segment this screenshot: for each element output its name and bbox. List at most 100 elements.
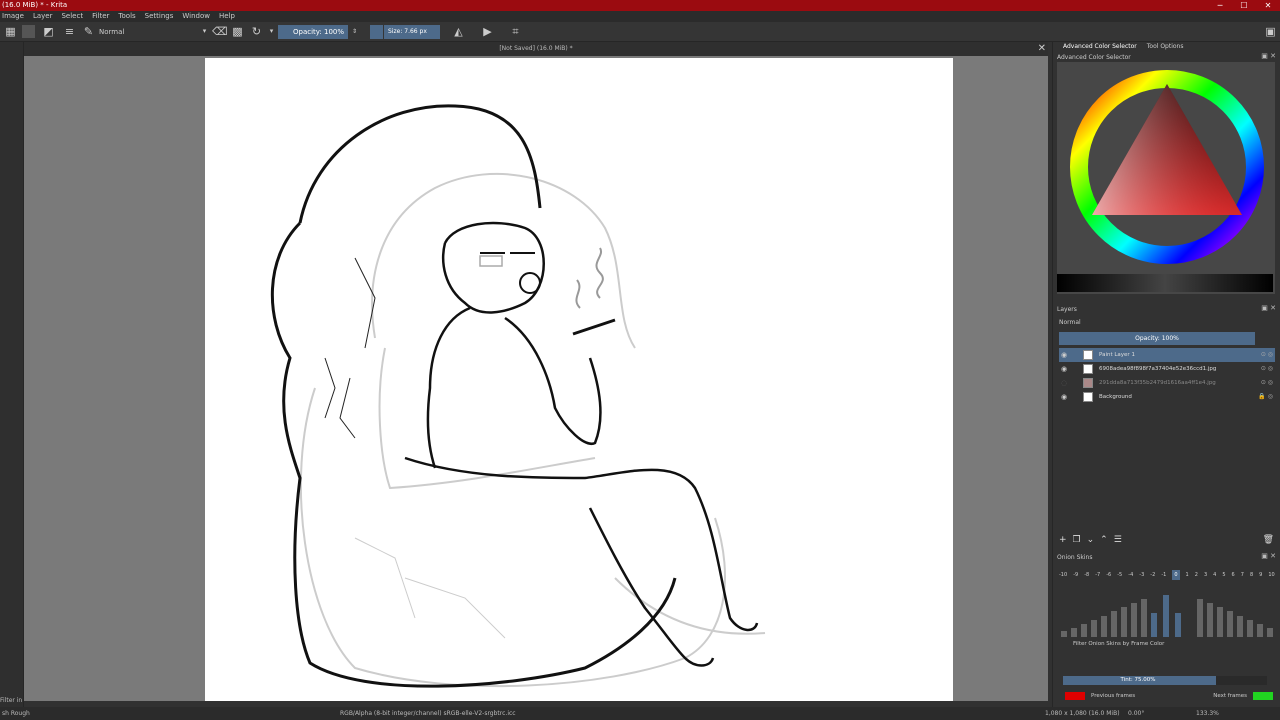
menu-filter[interactable]: Filter bbox=[92, 11, 109, 22]
layers-float-close-icon[interactable]: ▣ ✕ bbox=[1261, 304, 1276, 312]
chevron-down-icon[interactable]: ▾ bbox=[265, 25, 278, 38]
onion-frame[interactable]: 3 bbox=[1204, 570, 1207, 580]
alpha-lock-icon[interactable]: ▩ bbox=[231, 25, 244, 38]
grid-icon[interactable]: ▦ bbox=[4, 25, 17, 38]
rotation-info[interactable]: 0.00° bbox=[1128, 707, 1144, 720]
menu-image[interactable]: Image bbox=[2, 11, 24, 22]
onion-frame[interactable]: -4 bbox=[1128, 570, 1133, 580]
mirror-horizontal-icon[interactable]: ◭ bbox=[452, 25, 465, 38]
menu-bar: Image Layer Select Filter Tools Settings… bbox=[0, 11, 1280, 22]
spin-arrows-icon[interactable]: ⇕ bbox=[348, 25, 361, 38]
eye-icon[interactable]: ◉ bbox=[1061, 390, 1067, 404]
dock-tabs: Advanced Color Selector Tool Options bbox=[1053, 42, 1280, 52]
onion-frame[interactable]: -9 bbox=[1073, 570, 1078, 580]
onion-opacity-bars[interactable] bbox=[1059, 587, 1275, 637]
lock-icon[interactable]: 🔒 ◎ bbox=[1258, 390, 1273, 404]
layer-row[interactable]: ◉ 6908adea98f898f7a37404e52e36ccd1.jpg ⊙… bbox=[1059, 362, 1275, 376]
menu-settings[interactable]: Settings bbox=[145, 11, 174, 22]
onion-frame[interactable]: 6 bbox=[1232, 570, 1235, 580]
minimize-button[interactable]: ─ bbox=[1208, 0, 1232, 11]
onion-frame[interactable]: 7 bbox=[1241, 570, 1244, 580]
tab-tool-options[interactable]: Tool Options bbox=[1147, 42, 1184, 52]
brush-preset-icon[interactable]: ✎ bbox=[82, 25, 95, 38]
layer-blend-mode-select[interactable]: Normal bbox=[1059, 318, 1259, 328]
layer-flags-icon[interactable]: ⊙ ◎ bbox=[1261, 376, 1273, 390]
crop-icon[interactable]: ⌗ bbox=[509, 25, 522, 38]
onion-frame[interactable]: -2 bbox=[1150, 570, 1155, 580]
move-down-icon[interactable]: ⌄ bbox=[1087, 535, 1095, 549]
onion-frame[interactable]: 4 bbox=[1213, 570, 1216, 580]
shade-selector[interactable] bbox=[1057, 274, 1273, 292]
mirror-vertical-icon[interactable]: ▶ bbox=[481, 25, 494, 38]
previous-frames-color-swatch[interactable] bbox=[1065, 692, 1085, 700]
canvas[interactable] bbox=[205, 58, 953, 701]
tab-advanced-color-selector[interactable]: Advanced Color Selector bbox=[1063, 42, 1137, 52]
document-tab[interactable]: [Not Saved] (16.0 MiB) * ✕ bbox=[24, 42, 1048, 56]
add-layer-icon[interactable]: + bbox=[1059, 535, 1067, 549]
onion-frame[interactable]: 10 bbox=[1268, 570, 1274, 580]
layer-name: Background bbox=[1099, 394, 1132, 400]
duplicate-layer-icon[interactable]: ❐ bbox=[1073, 535, 1081, 549]
next-frames-color-swatch[interactable] bbox=[1253, 692, 1273, 700]
onion-float-close-icon[interactable]: ▣ ✕ bbox=[1261, 552, 1276, 560]
menu-select[interactable]: Select bbox=[61, 11, 83, 22]
onion-frame-current[interactable]: 0 bbox=[1172, 570, 1180, 580]
color-space-info: RGB/Alpha (8-bit integer/channel) sRGB-e… bbox=[340, 710, 516, 717]
onion-frame[interactable]: -5 bbox=[1117, 570, 1122, 580]
status-bar: sh Rough RGB/Alpha (8-bit integer/channe… bbox=[0, 707, 1280, 720]
size-slider[interactable]: Size: 7.66 px bbox=[384, 25, 440, 39]
delete-layer-icon[interactable]: 🗑 bbox=[1263, 535, 1274, 545]
eye-hidden-icon[interactable]: ◌ bbox=[1061, 376, 1067, 390]
onion-frame[interactable]: 9 bbox=[1259, 570, 1262, 580]
color-selector-title: Advanced Color Selector bbox=[1057, 54, 1131, 61]
color-selector[interactable] bbox=[1057, 62, 1275, 294]
onion-frame[interactable]: -7 bbox=[1095, 570, 1100, 580]
onion-skins-title: Onion Skins bbox=[1057, 554, 1093, 561]
next-frames-label: Next frames bbox=[1213, 693, 1247, 699]
close-document-icon[interactable]: ✕ bbox=[1038, 42, 1046, 56]
fg-bg-color-icon[interactable]: ◩ bbox=[42, 25, 55, 38]
layer-row[interactable]: ◌ 291dda8a713f35b2479d1616aa4ff1e4.jpg ⊙… bbox=[1059, 376, 1275, 390]
eye-icon[interactable]: ◉ bbox=[1061, 348, 1067, 362]
onion-filter-label[interactable]: Filter Onion Skins by Frame Color bbox=[1073, 641, 1164, 647]
layer-name: 6908adea98f898f7a37404e52e36ccd1.jpg bbox=[1099, 366, 1217, 372]
right-dock: Advanced Color Selector Tool Options Adv… bbox=[1052, 42, 1280, 707]
brush-name[interactable]: sh Rough bbox=[2, 707, 30, 720]
layer-row[interactable]: ◉ Paint Layer 1 ⊙ ◎ bbox=[1059, 348, 1275, 362]
layer-row[interactable]: ◉ Background 🔒 ◎ bbox=[1059, 390, 1275, 404]
color-wheel[interactable] bbox=[1057, 62, 1275, 294]
panel-float-close-icon[interactable]: ▣ ✕ bbox=[1261, 52, 1276, 60]
reload-preset-icon[interactable]: ↻ bbox=[250, 25, 263, 38]
chevron-down-icon[interactable]: ▾ bbox=[198, 25, 211, 38]
tint-slider[interactable]: Tint: 75.00% bbox=[1063, 676, 1267, 685]
canvas-viewport[interactable] bbox=[24, 56, 1048, 701]
onion-frame[interactable]: 8 bbox=[1250, 570, 1253, 580]
brush-presets-icon[interactable]: ≡ bbox=[63, 25, 76, 38]
onion-frame[interactable]: -6 bbox=[1106, 570, 1111, 580]
opacity-slider[interactable]: Opacity: 100% bbox=[278, 25, 348, 39]
zoom-info[interactable]: 133.3% bbox=[1196, 707, 1219, 720]
onion-frame[interactable]: -8 bbox=[1084, 570, 1089, 580]
menu-window[interactable]: Window bbox=[182, 11, 210, 22]
eye-icon[interactable]: ◉ bbox=[1061, 362, 1067, 376]
eraser-icon[interactable]: ⌫ bbox=[212, 25, 228, 38]
maximize-button[interactable]: ☐ bbox=[1232, 0, 1256, 11]
close-window-button[interactable]: ✕ bbox=[1256, 0, 1280, 11]
onion-frame[interactable]: -3 bbox=[1139, 570, 1144, 580]
layer-opacity-slider[interactable]: Opacity: 100% bbox=[1059, 332, 1255, 345]
blend-mode-select[interactable]: Normal bbox=[99, 25, 124, 39]
menu-help[interactable]: Help bbox=[219, 11, 235, 22]
onion-frame[interactable]: 5 bbox=[1222, 570, 1225, 580]
onion-frame[interactable]: 2 bbox=[1195, 570, 1198, 580]
workspace-icon[interactable]: ▣ bbox=[1264, 25, 1277, 38]
move-up-icon[interactable]: ⌃ bbox=[1100, 535, 1108, 549]
menu-layer[interactable]: Layer bbox=[33, 11, 53, 22]
onion-frame[interactable]: -10 bbox=[1059, 570, 1067, 580]
onion-frame[interactable]: -1 bbox=[1161, 570, 1166, 580]
layer-properties-icon[interactable]: ☰ bbox=[1114, 535, 1122, 549]
layer-flags-icon[interactable]: ⊙ ◎ bbox=[1261, 348, 1273, 362]
layer-flags-icon[interactable]: ⊙ ◎ bbox=[1261, 362, 1273, 376]
onion-frame[interactable]: 1 bbox=[1186, 570, 1189, 580]
pattern-swatch-icon[interactable] bbox=[22, 25, 35, 38]
menu-tools[interactable]: Tools bbox=[118, 11, 135, 22]
